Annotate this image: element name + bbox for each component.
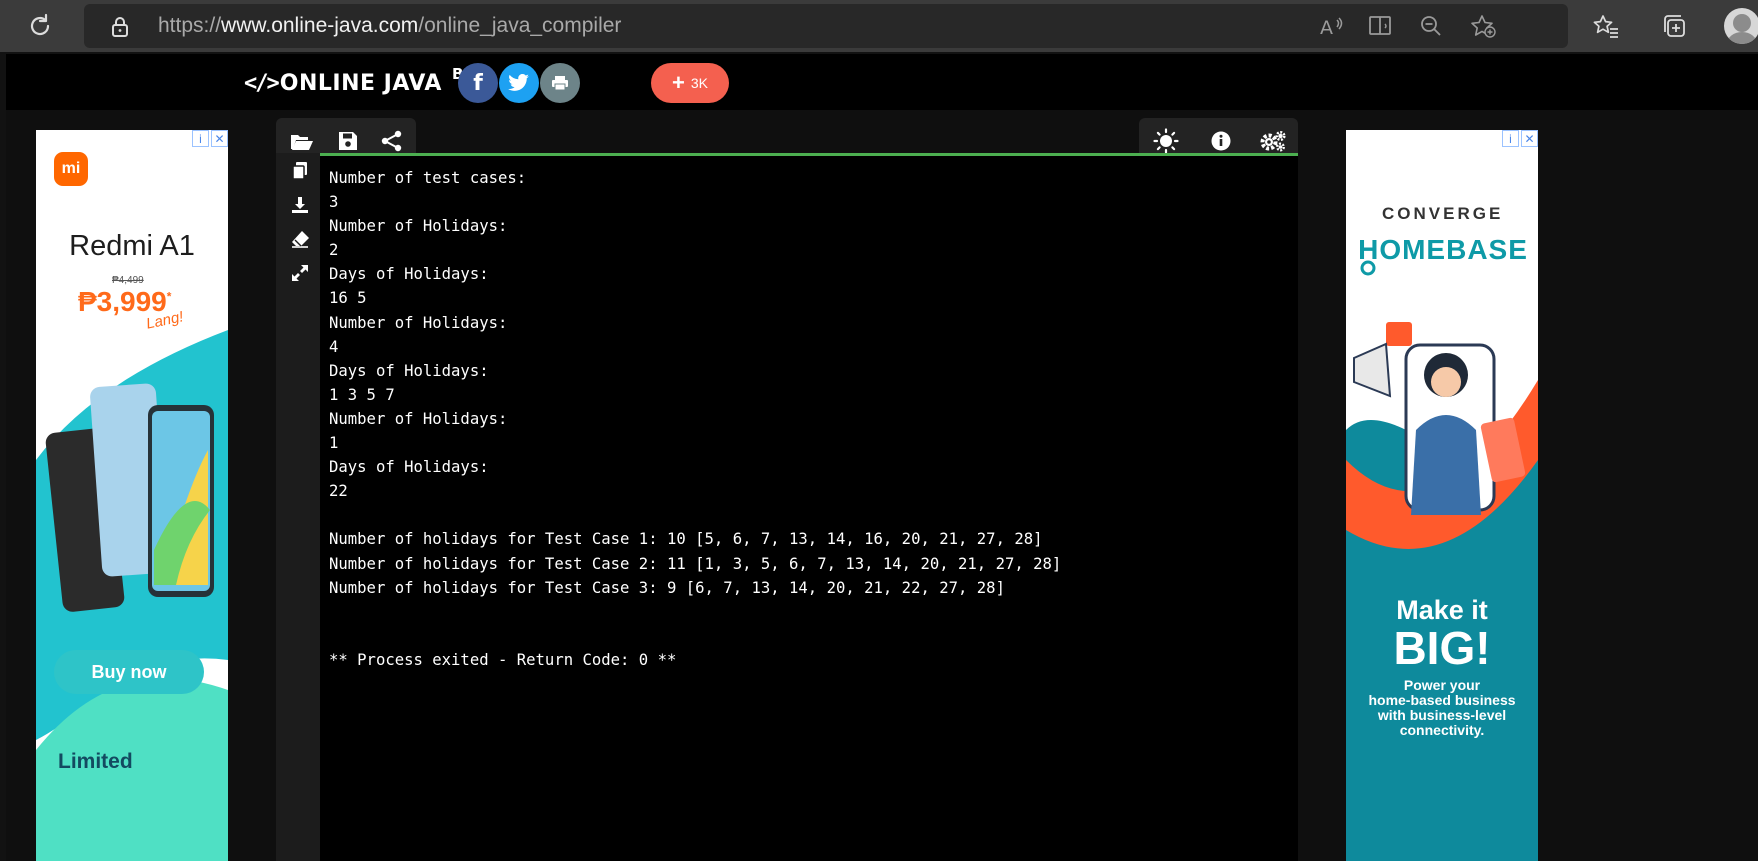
browser-toolbar: https://www.online-java.com/online_java_…	[0, 0, 1758, 52]
console-line: 2	[329, 241, 339, 260]
console-line: 16 5	[329, 289, 367, 308]
console-line: 1	[329, 434, 339, 453]
ad-price-mark: *	[166, 289, 172, 304]
ad-info-icon[interactable]: i	[192, 130, 209, 147]
console-line: ** Process exited - Return Code: 0 **	[329, 650, 677, 669]
site-logo[interactable]: </> ONLINE JAVA BETA	[244, 65, 494, 100]
url-path: /online_java_compiler	[418, 14, 622, 37]
folder-open-icon[interactable]	[290, 130, 314, 152]
url-domain: www.online-java.com	[221, 14, 419, 37]
share-count: 3K	[690, 75, 708, 91]
console-line: Days of Holidays:	[329, 265, 489, 284]
favorites-icon[interactable]	[1592, 12, 1620, 40]
site-header: </> ONLINE JAVA BETA f + 3K	[6, 54, 1758, 110]
share-icon[interactable]	[380, 130, 404, 152]
console-line: 22	[329, 482, 348, 501]
copy-icon[interactable]	[290, 161, 310, 181]
ad-banner-right[interactable]: i ✕ CONVERGE HOMEBASE Make it BIG! Power …	[1346, 130, 1538, 861]
console-lines: Number of test cases: 3 Number of Holidays…	[329, 166, 1061, 672]
console-line: Number of Holidays:	[329, 217, 508, 236]
console-line: 4	[329, 337, 339, 356]
ad-headline-2: BIG!	[1393, 622, 1491, 674]
console-line: Number of test cases:	[329, 169, 527, 187]
ad-buy-now-button[interactable]: Buy now	[54, 650, 204, 694]
read-aloud-icon[interactable]: A	[1318, 14, 1344, 38]
download-icon[interactable]	[290, 195, 310, 215]
profile-icon[interactable]	[1724, 8, 1758, 44]
output-gutter	[276, 153, 324, 861]
twitter-share-button[interactable]	[499, 63, 539, 103]
console-line: Number of Holidays:	[329, 313, 508, 332]
ad-footer-text: Limited	[58, 750, 133, 773]
print-button[interactable]	[540, 63, 580, 103]
console-line: 1 3 5 7	[329, 385, 395, 404]
ad-choices-right[interactable]: i ✕	[1502, 130, 1538, 147]
svg-text:A: A	[1320, 17, 1333, 38]
logo-text: ONLINE JAVA	[279, 70, 442, 96]
ad-choices[interactable]: i ✕	[192, 130, 228, 147]
ad-converge-text: CONVERGE	[1382, 204, 1504, 223]
ad-body-text: Power your home-based business with busi…	[1346, 678, 1538, 738]
ad-product-name: Redmi A1	[69, 230, 195, 262]
save-icon[interactable]	[336, 130, 360, 152]
add-favorite-icon[interactable]	[1470, 14, 1496, 38]
ad-old-price: ₱4,499	[112, 275, 144, 286]
reload-icon[interactable]	[26, 12, 54, 40]
url-prefix: https://	[158, 14, 222, 37]
page: </> ONLINE JAVA BETA f + 3K	[6, 54, 1758, 861]
ad-price-value: ₱3,999	[78, 286, 167, 317]
console-line: Days of Holidays:	[329, 361, 489, 380]
console-line: Number of Holidays:	[329, 409, 508, 428]
ad-body-line-3: with business-level	[1377, 707, 1507, 723]
console-line: Number of holidays for Test Case 3: 9 [6…	[329, 578, 1005, 597]
ad-info-icon[interactable]: i	[1502, 130, 1519, 147]
logo-symbol: </>	[244, 70, 280, 96]
address-bar[interactable]: https://www.online-java.com/online_java_…	[84, 4, 1568, 48]
console-line: 3	[329, 193, 339, 212]
console-line: Number of holidays for Test Case 2: 11 […	[329, 554, 1062, 573]
settings-icon[interactable]	[1259, 130, 1287, 152]
plus-icon: +	[672, 70, 685, 95]
more-share-button[interactable]: + 3K	[651, 63, 729, 103]
console-line: Number of holidays for Test Case 1: 10 […	[329, 530, 1043, 549]
ad-body-line-4: connectivity.	[1399, 722, 1485, 738]
ad-brand-logo: mi	[61, 160, 81, 177]
ad-body-line-2: home-based business	[1368, 692, 1516, 708]
info-icon[interactable]	[1209, 130, 1233, 152]
theme-icon[interactable]	[1153, 128, 1179, 154]
console-output[interactable]: Number of test cases: 3 Number of Holidays…	[320, 156, 1298, 861]
immersive-reader-icon[interactable]	[1368, 14, 1394, 38]
ad-banner-left[interactable]: i ✕ mi Redmi A1 ₱4,499 ₱3,999* Lang! Buy …	[36, 130, 228, 861]
ad-body-line-1: Power your	[1403, 677, 1481, 693]
ad-close-icon[interactable]: ✕	[1521, 130, 1538, 147]
zoom-icon[interactable]	[1418, 14, 1444, 38]
ad-close-icon[interactable]: ✕	[211, 130, 228, 147]
ad-headline-1: Make it	[1396, 595, 1488, 625]
url-text[interactable]: https://www.online-java.com/online_java_…	[158, 14, 621, 38]
print-icon	[552, 76, 568, 91]
facebook-share-button[interactable]: f	[458, 63, 498, 103]
facebook-icon: f	[473, 70, 483, 96]
lock-icon[interactable]	[110, 16, 130, 38]
twitter-icon	[508, 74, 529, 91]
eraser-icon[interactable]	[290, 229, 310, 249]
expand-icon[interactable]	[290, 263, 310, 283]
console-line: Days of Holidays:	[329, 458, 489, 477]
ad-homebase-text: HOMEBASE	[1358, 234, 1528, 265]
collections-icon[interactable]	[1660, 12, 1688, 40]
